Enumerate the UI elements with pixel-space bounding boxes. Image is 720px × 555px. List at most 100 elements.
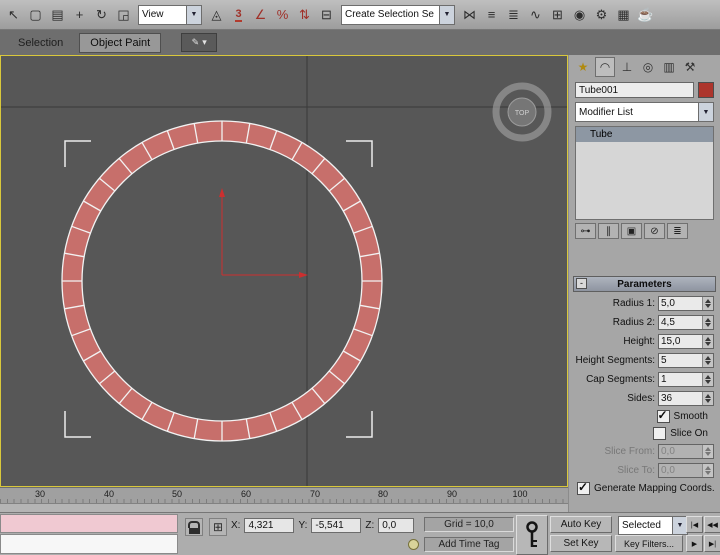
x-coordinate-field[interactable]: 4,321 [244, 518, 294, 533]
transform-gizmo[interactable] [219, 188, 308, 278]
modify-tab-icon[interactable]: ◠ [595, 57, 615, 77]
viewport-canvas[interactable]: TOP [1, 56, 567, 486]
modifier-list-combo[interactable]: Modifier List ▼ [575, 102, 714, 122]
param-row: Sides: 36 [569, 389, 720, 408]
rectangular-selection-region-icon[interactable]: ▢ [25, 4, 46, 26]
object-name-row: Tube001 [575, 82, 714, 98]
spinner-arrows-icon[interactable] [702, 316, 713, 329]
set-key-button[interactable]: Set Key [550, 535, 612, 552]
command-panel: ★ ◠ ⊥ ◎ ▥ ⚒ Tube001 Modifier List ▼ Tube… [568, 55, 720, 512]
view-cube[interactable]: TOP [496, 86, 548, 138]
spinner-arrows-icon[interactable] [702, 392, 713, 405]
configure-modifier-sets-icon[interactable]: ≣ [667, 223, 688, 239]
go-to-end-button[interactable]: ▶| [704, 535, 720, 552]
maxscript-mini-listener-macro[interactable] [0, 514, 178, 533]
object-name-field[interactable]: Tube001 [575, 82, 694, 98]
chevron-down-icon[interactable]: ▼ [186, 6, 201, 24]
select-object-icon[interactable]: ↖ [3, 4, 24, 26]
timeline-ruler[interactable]: 30 40 50 60 70 80 90 100 [0, 488, 568, 503]
select-by-name-icon[interactable]: ▤ [47, 4, 68, 26]
selection-set-key-combo[interactable]: Selected ▼ [618, 516, 688, 535]
mirror-icon[interactable]: ⋈ [459, 4, 480, 26]
smooth-checkbox[interactable] [657, 410, 670, 423]
object-color-swatch[interactable] [698, 82, 714, 98]
tab-object-paint[interactable]: Object Paint [79, 33, 161, 53]
tube-object[interactable] [62, 121, 382, 441]
pin-stack-icon[interactable]: ⊶ [575, 223, 596, 239]
edit-named-selection-sets-icon[interactable]: ⊟ [316, 4, 337, 26]
chevron-down-icon[interactable]: ▼ [672, 517, 687, 534]
display-tab-icon[interactable]: ▥ [660, 58, 678, 76]
snap-toggle-3d-icon[interactable]: 3 [228, 4, 249, 26]
cap-segments-spinner[interactable]: 1 [658, 372, 714, 387]
height-segments-spinner[interactable]: 5 [658, 353, 714, 368]
create-tab-icon[interactable]: ★ [574, 58, 592, 76]
spinner-arrows-icon[interactable] [702, 297, 713, 310]
play-button[interactable]: ▶ [686, 535, 703, 552]
tab-selection[interactable]: Selection [8, 34, 73, 52]
collapse-rollout-icon[interactable]: - [576, 278, 587, 289]
spinner-arrows-icon[interactable] [702, 335, 713, 348]
sides-spinner[interactable]: 36 [658, 391, 714, 406]
show-end-result-icon[interactable]: ∥ [598, 223, 619, 239]
set-keys-button[interactable] [516, 515, 548, 555]
stack-item-tube[interactable]: Tube [576, 127, 713, 142]
spinner-arrows-icon [702, 464, 713, 477]
slice-to-spinner: 0,0 [658, 463, 714, 478]
frame-tick: 30 [35, 489, 45, 499]
modifier-stack-buttons: ⊶ ∥ ▣ ⊘ ≣ [575, 223, 714, 239]
object-paint-tool-button[interactable]: ✎ ▾ [181, 33, 217, 52]
previous-frame-button[interactable]: ◀◀ [704, 516, 720, 533]
lock-icon [188, 521, 200, 528]
top-viewport[interactable]: TOP [0, 55, 568, 487]
radius1-spinner[interactable]: 5,0 [658, 296, 714, 311]
select-and-move-icon[interactable]: + [69, 4, 90, 26]
maxscript-mini-listener[interactable] [0, 534, 178, 554]
render-production-icon[interactable]: ☕ [635, 4, 656, 26]
timeline[interactable]: 30 40 50 60 70 80 90 100 [0, 487, 568, 512]
motion-tab-icon[interactable]: ◎ [639, 58, 657, 76]
make-unique-icon[interactable]: ▣ [621, 223, 642, 239]
z-label: Z: [365, 520, 374, 531]
spinner-snap-icon[interactable]: ⇅ [294, 4, 315, 26]
parameters-rollout-header[interactable]: - Parameters [573, 276, 716, 292]
height-spinner[interactable]: 15,0 [658, 334, 714, 349]
percent-snap-icon[interactable]: % [272, 4, 293, 26]
absolute-mode-toggle[interactable]: ⊞ [209, 518, 227, 536]
z-coordinate-field[interactable]: 0,0 [378, 518, 414, 533]
reference-coordinate-system-combo[interactable]: View ▼ [138, 5, 202, 25]
selection-lock-toggle[interactable] [185, 518, 203, 536]
render-setup-icon[interactable]: ⚙ [591, 4, 612, 26]
utilities-tab-icon[interactable]: ⚒ [681, 58, 699, 76]
select-and-manipulate-icon[interactable]: ◬ [206, 4, 227, 26]
chevron-down-icon[interactable]: ▼ [439, 6, 454, 24]
go-to-start-button[interactable]: |◀ [686, 516, 703, 533]
auto-key-button[interactable]: Auto Key [550, 516, 612, 533]
modifier-list-value: Modifier List [576, 103, 698, 121]
reference-coordinate-system-value: View [139, 6, 186, 24]
select-and-scale-icon[interactable]: ◲ [113, 4, 134, 26]
named-selection-sets-combo[interactable]: Create Selection Se ▼ [341, 5, 455, 25]
curve-editor-icon[interactable]: ∿ [525, 4, 546, 26]
radius2-spinner[interactable]: 4,5 [658, 315, 714, 330]
layer-manager-icon[interactable]: ≣ [503, 4, 524, 26]
align-icon[interactable]: ≡ [481, 4, 502, 26]
hierarchy-tab-icon[interactable]: ⊥ [618, 58, 636, 76]
angle-snap-icon[interactable]: ∠ [250, 4, 271, 26]
slice-on-checkbox[interactable] [653, 427, 666, 440]
generate-mapping-coords-checkbox[interactable] [577, 482, 590, 495]
param-row: Height: 15,0 [569, 332, 720, 351]
remove-modifier-icon[interactable]: ⊘ [644, 223, 665, 239]
add-time-tag-button[interactable]: Add Time Tag [424, 537, 514, 552]
rendered-frame-window-icon[interactable]: ▦ [613, 4, 634, 26]
spinner-arrows-icon[interactable] [702, 354, 713, 367]
y-coordinate-field[interactable]: -5,541 [311, 518, 361, 533]
material-editor-icon[interactable]: ◉ [569, 4, 590, 26]
schematic-view-icon[interactable]: ⊞ [547, 4, 568, 26]
chevron-down-icon[interactable]: ▼ [698, 103, 713, 121]
select-and-rotate-icon[interactable]: ↻ [91, 4, 112, 26]
selection-set-key-value: Selected [619, 517, 672, 534]
spinner-arrows-icon[interactable] [702, 373, 713, 386]
modifier-stack[interactable]: Tube [575, 126, 714, 220]
key-filters-button[interactable]: Key Filters... [615, 535, 683, 552]
